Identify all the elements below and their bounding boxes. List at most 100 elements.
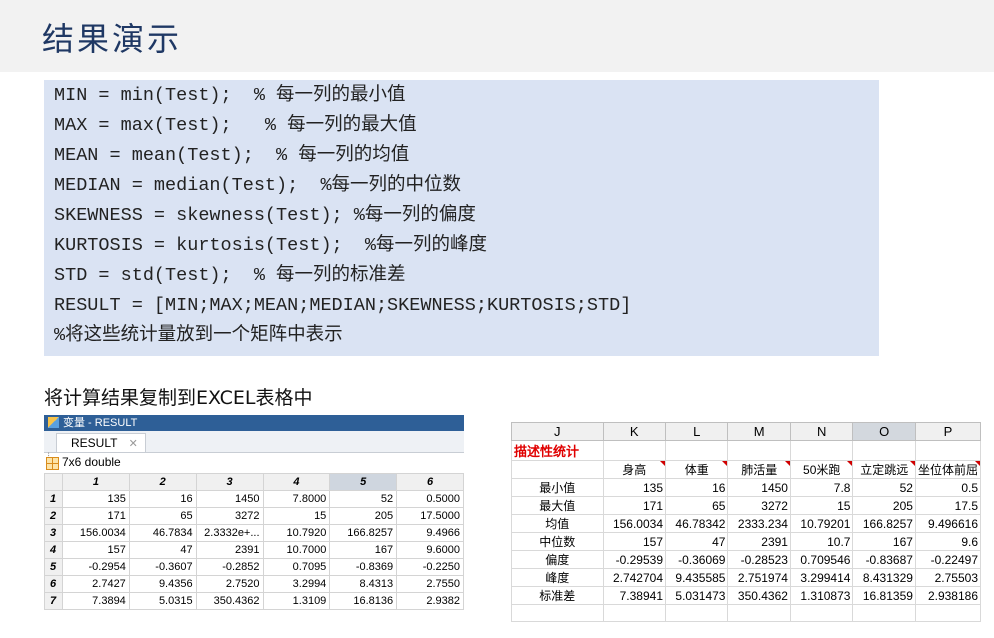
excel-cell[interactable]: 3272 — [727, 496, 791, 515]
field-header-cell[interactable]: 坐位体前屈 — [914, 460, 981, 479]
excel-column-header[interactable]: P — [914, 422, 981, 441]
stat-label-cell[interactable]: 最大值 — [511, 496, 604, 515]
excel-cell[interactable]: 15 — [789, 496, 854, 515]
excel-cell[interactable]: 350.4362 — [727, 586, 791, 605]
excel-cell[interactable] — [852, 440, 916, 461]
matlab-cell[interactable]: 5.0315 — [128, 592, 197, 610]
excel-cell[interactable] — [602, 621, 667, 622]
excel-cell[interactable] — [789, 440, 854, 461]
stat-label-cell[interactable]: 偏度 — [511, 550, 604, 569]
excel-cell[interactable]: 7.38941 — [602, 586, 667, 605]
excel-cell[interactable]: 2.742704 — [602, 568, 667, 587]
matlab-row-header[interactable]: 3 — [44, 524, 63, 542]
excel-cell[interactable] — [664, 440, 729, 461]
excel-cell[interactable]: 0.709546 — [789, 550, 854, 569]
field-header-cell[interactable]: 身高 — [602, 460, 667, 479]
matlab-cell[interactable]: 3272 — [195, 507, 264, 525]
excel-cell[interactable]: 16 — [664, 478, 729, 497]
matlab-cell[interactable]: -0.8369 — [329, 558, 398, 576]
matlab-cell[interactable]: 135 — [61, 490, 130, 508]
matlab-cell[interactable]: 2.7550 — [396, 575, 464, 593]
matlab-cell[interactable]: 0.7095 — [262, 558, 331, 576]
matlab-cell[interactable]: 10.7000 — [262, 541, 331, 559]
excel-cell[interactable] — [789, 604, 854, 622]
matlab-cell[interactable]: -0.2852 — [195, 558, 264, 576]
excel-cell[interactable]: 3.299414 — [789, 568, 854, 587]
excel-cell[interactable]: 9.435585 — [664, 568, 729, 587]
stat-label-cell[interactable]: 标准差 — [511, 586, 604, 605]
excel-column-header[interactable]: L — [664, 422, 729, 441]
matlab-cell[interactable]: 10.7920 — [262, 524, 331, 542]
matlab-cell[interactable]: 9.4356 — [128, 575, 197, 593]
excel-cell[interactable] — [511, 621, 604, 622]
excel-cell[interactable]: 5.031473 — [664, 586, 729, 605]
excel-cell[interactable]: 157 — [602, 532, 667, 551]
matlab-cell[interactable]: 16 — [128, 490, 197, 508]
excel-cell[interactable]: 2.938186 — [914, 586, 981, 605]
matlab-cell[interactable]: 350.4362 — [195, 592, 264, 610]
excel-cell[interactable] — [789, 621, 854, 622]
excel-cell[interactable] — [664, 604, 729, 622]
matlab-cell[interactable]: 8.4313 — [329, 575, 398, 593]
matlab-cell[interactable]: 9.6000 — [396, 541, 464, 559]
field-header-cell[interactable]: 立定跳远 — [852, 460, 916, 479]
excel-cell[interactable]: 0.5 — [914, 478, 981, 497]
matlab-cell[interactable]: 46.7834 — [128, 524, 197, 542]
excel-cell[interactable]: 9.496616 — [914, 514, 981, 533]
excel-cell[interactable]: -0.22497 — [914, 550, 981, 569]
excel-cell[interactable]: 9.6 — [914, 532, 981, 551]
matlab-cell[interactable]: 166.8257 — [329, 524, 398, 542]
excel-cell[interactable]: 17.5 — [914, 496, 981, 515]
excel-cell[interactable] — [852, 604, 916, 622]
excel-cell[interactable]: 166.8257 — [852, 514, 916, 533]
excel-cell[interactable] — [602, 440, 667, 461]
excel-cell[interactable] — [511, 604, 604, 622]
excel-cell[interactable]: 8.431329 — [852, 568, 916, 587]
matlab-cell[interactable]: 7.3894 — [61, 592, 130, 610]
excel-column-header[interactable]: O — [852, 422, 916, 441]
excel-cell[interactable]: -0.83687 — [852, 550, 916, 569]
matlab-cell[interactable]: 47 — [128, 541, 197, 559]
matlab-row-header[interactable]: 4 — [44, 541, 63, 559]
matlab-cell[interactable]: 2391 — [195, 541, 264, 559]
excel-column-header[interactable]: K — [602, 422, 667, 441]
matlab-row-header[interactable]: 1 — [44, 490, 63, 508]
excel-cell[interactable]: 10.79201 — [789, 514, 854, 533]
matlab-cell[interactable]: 205 — [329, 507, 398, 525]
excel-cell[interactable] — [664, 621, 729, 622]
excel-cell[interactable] — [511, 460, 604, 479]
matlab-column-header[interactable]: 4 — [262, 473, 331, 491]
tab-result[interactable]: RESULT ✕ — [56, 433, 146, 452]
matlab-column-header[interactable]: 3 — [195, 473, 264, 491]
excel-column-header[interactable]: N — [789, 422, 854, 441]
excel-column-header[interactable]: J — [511, 422, 604, 441]
matlab-cell[interactable]: 15 — [262, 507, 331, 525]
excel-cell[interactable] — [727, 604, 791, 622]
excel-column-header[interactable]: M — [727, 422, 791, 441]
matlab-cell[interactable]: 65 — [128, 507, 197, 525]
matlab-cell[interactable]: -0.2954 — [61, 558, 130, 576]
excel-cell[interactable] — [727, 621, 791, 622]
matlab-cell[interactable]: 0.5000 — [396, 490, 464, 508]
matlab-cell[interactable]: -0.3607 — [128, 558, 197, 576]
matlab-cell[interactable]: 7.8000 — [262, 490, 331, 508]
field-header-cell[interactable]: 体重 — [664, 460, 729, 479]
excel-cell[interactable]: 1450 — [727, 478, 791, 497]
matlab-cell[interactable]: 2.3332e+... — [195, 524, 264, 542]
matlab-cell[interactable]: 52 — [329, 490, 398, 508]
excel-cell[interactable]: 2.75503 — [914, 568, 981, 587]
matlab-row-header[interactable]: 6 — [44, 575, 63, 593]
matlab-cell[interactable]: -0.2250 — [396, 558, 464, 576]
matlab-column-header[interactable]: 2 — [128, 473, 197, 491]
excel-cell[interactable]: 171 — [602, 496, 667, 515]
excel-cell[interactable]: 46.78342 — [664, 514, 729, 533]
matlab-cell[interactable]: 1450 — [195, 490, 264, 508]
matlab-cell[interactable]: 3.2994 — [262, 575, 331, 593]
excel-cell[interactable] — [914, 604, 981, 622]
excel-cell[interactable]: 156.0034 — [602, 514, 667, 533]
matlab-cell[interactable]: 2.9382 — [396, 592, 464, 610]
matlab-cell[interactable]: 17.5000 — [396, 507, 464, 525]
excel-cell[interactable]: 205 — [852, 496, 916, 515]
excel-cell[interactable]: 2391 — [727, 532, 791, 551]
field-header-cell[interactable]: 50米跑 — [789, 460, 854, 479]
